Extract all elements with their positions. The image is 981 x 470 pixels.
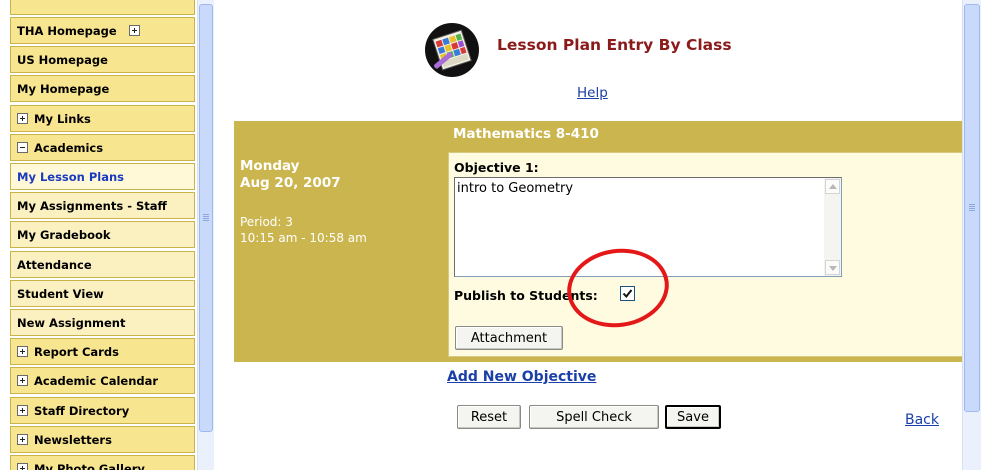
sidebar-item-label: My Gradebook — [17, 227, 111, 242]
lesson-plan-notebook-icon — [424, 22, 480, 78]
save-button[interactable]: Save — [665, 405, 721, 429]
sidebar-item-my-assignments-staff[interactable]: My Assignments - Staff — [10, 192, 195, 219]
sidebar-item-my-photo-gallery[interactable]: My Photo Gallery — [10, 455, 195, 470]
expand-plus-icon[interactable] — [17, 346, 28, 357]
expand-plus-icon[interactable] — [17, 375, 28, 386]
expand-plus-icon[interactable] — [17, 434, 28, 445]
sidebar-item-label: My Links — [34, 111, 91, 126]
class-name-header: Mathematics 8-410 — [453, 126, 599, 142]
lesson-period: Period: 3 — [240, 215, 293, 229]
sidebar-item-report-cards[interactable]: Report Cards — [10, 338, 195, 365]
spell-check-button[interactable]: Spell Check — [529, 405, 659, 429]
page-scrollbar[interactable] — [962, 0, 981, 470]
reset-button[interactable]: Reset — [457, 405, 521, 429]
sidebar-item-label: My Lesson Plans — [17, 169, 125, 184]
sidebar-item-us-homepage[interactable]: US Homepage — [10, 46, 195, 73]
sidebar-item-my-homepage[interactable]: My Homepage — [10, 75, 195, 102]
sidebar-item-my-links[interactable]: My Links — [10, 105, 195, 132]
sidebar-item-academic-calendar[interactable]: Academic Calendar — [10, 367, 195, 394]
sidebar-item-label: My Homepage — [17, 81, 110, 96]
page-scroll-thumb[interactable] — [964, 4, 980, 412]
sidebar-item-label: My Photo Gallery — [34, 461, 145, 470]
objective-text: intro to Geometry — [457, 181, 574, 196]
sidebar-item-label: Staff Directory — [34, 403, 130, 418]
sidebar-item-label: Student View — [17, 286, 104, 301]
sidebar-scroll-thumb[interactable] — [199, 4, 213, 432]
sidebar-item-label: Newsletters — [34, 432, 112, 447]
sidebar-item-staff-directory[interactable]: Staff Directory — [10, 397, 195, 424]
sidebar-item-label: Academics — [34, 140, 104, 155]
scroll-up-arrow-icon[interactable] — [825, 179, 840, 194]
sidebar-item-label: Report Cards — [34, 344, 119, 359]
help-link[interactable]: Help — [577, 85, 608, 101]
collapse-minus-icon[interactable] — [17, 142, 28, 153]
back-link[interactable]: Back — [905, 412, 939, 428]
sidebar-item-student-view[interactable]: Student View — [10, 280, 195, 307]
attachment-button[interactable]: Attachment — [455, 326, 563, 350]
sidebar-item-cut-off[interactable] — [10, 0, 195, 15]
sidebar-item-label: My Assignments - Staff — [17, 198, 167, 213]
page-title: Lesson Plan Entry By Class — [497, 36, 732, 54]
sidebar-item-label: THA Homepage — [17, 23, 117, 38]
sidebar-item-new-assignment[interactable]: New Assignment — [10, 309, 195, 336]
add-new-objective-link[interactable]: Add New Objective — [447, 369, 596, 385]
sidebar-nav: THA Homepage US Homepage My Homepage My Lin… — [0, 0, 197, 470]
sidebar-item-label: US Homepage — [17, 52, 108, 67]
lesson-date: Aug 20, 2007 — [240, 175, 341, 191]
sidebar-item-tha-homepage[interactable]: THA Homepage — [10, 17, 195, 44]
lesson-time: 10:15 am - 10:58 am — [240, 231, 367, 245]
sidebar-item-label: New Assignment — [17, 315, 126, 330]
objective-label: Objective 1: — [454, 160, 539, 175]
expand-plus-icon[interactable] — [17, 463, 28, 470]
expand-plus-icon[interactable] — [17, 405, 28, 416]
sidebar-item-my-gradebook[interactable]: My Gradebook — [10, 221, 195, 248]
sidebar-item-label: Attendance — [17, 257, 92, 272]
expand-plus-icon[interactable] — [17, 113, 28, 124]
expand-plus-icon[interactable] — [128, 25, 140, 36]
sidebar-item-label: Academic Calendar — [34, 373, 159, 388]
sidebar-scrollbar[interactable] — [197, 0, 214, 470]
scroll-down-arrow-icon[interactable] — [825, 260, 840, 275]
lesson-day: Monday — [240, 158, 300, 174]
sidebar-item-academics[interactable]: Academics — [10, 134, 195, 161]
objective-textarea-scrollbar[interactable] — [824, 178, 841, 276]
sidebar-item-my-lesson-plans[interactable]: My Lesson Plans — [10, 163, 195, 190]
sidebar-item-attendance[interactable]: Attendance — [10, 251, 195, 278]
sidebar-item-newsletters[interactable]: Newsletters — [10, 426, 195, 453]
